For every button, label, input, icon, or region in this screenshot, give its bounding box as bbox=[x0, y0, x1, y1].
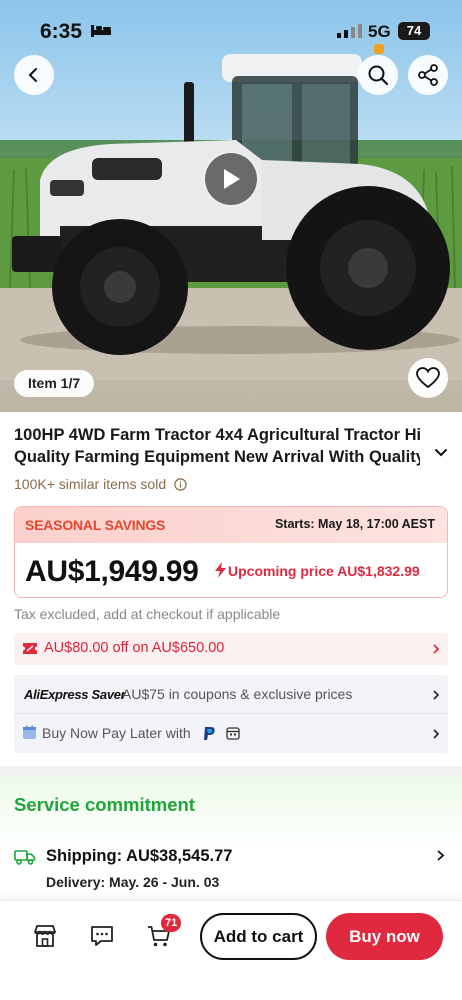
buy-now-button[interactable]: Buy now bbox=[326, 913, 443, 960]
coupon-text: AU$80.00 off on AU$650.00 bbox=[44, 640, 225, 656]
bottom-action-bar: 71 Add to cart Buy now bbox=[0, 900, 462, 1000]
tax-note: Tax excluded, add at checkout if applica… bbox=[14, 606, 281, 622]
chevron-down-icon[interactable] bbox=[434, 448, 448, 458]
sleep-mode-icon bbox=[91, 25, 111, 37]
chevron-right-icon bbox=[433, 644, 440, 654]
paypal-icon bbox=[204, 727, 215, 740]
signal-icon bbox=[337, 24, 362, 38]
store-icon[interactable] bbox=[32, 923, 58, 949]
wishlist-button[interactable] bbox=[408, 358, 448, 398]
status-bar: 6:35 5G 74 bbox=[0, 0, 462, 60]
chevron-left-icon bbox=[28, 68, 37, 82]
shipping-cost[interactable]: Shipping: AU$38,545.77 bbox=[46, 847, 232, 866]
delivery-estimate: Delivery: May. 26 - Jun. 03 bbox=[46, 874, 220, 890]
coupon-icon bbox=[23, 643, 37, 654]
status-time: 6:35 bbox=[40, 20, 83, 43]
chevron-right-icon bbox=[433, 690, 440, 700]
seasonal-savings-card: SEASONAL SAVINGS Starts: May 18, 17:00 A… bbox=[14, 506, 448, 598]
bnpl-text: Buy Now Pay Later with bbox=[42, 725, 191, 741]
network-type: 5G bbox=[368, 22, 391, 41]
tractor-product-image bbox=[0, 44, 462, 380]
product-title-line-1: 100HP 4WD Farm Tractor 4x4 Agricultural … bbox=[14, 426, 420, 444]
buy-now-pay-later-row[interactable]: Buy Now Pay Later with bbox=[14, 714, 448, 753]
share-button[interactable] bbox=[408, 55, 448, 95]
saver-text: AU$75 in coupons & exclusive prices bbox=[122, 686, 353, 702]
chevron-right-icon bbox=[433, 729, 440, 739]
promo-start-time: Starts: May 18, 17:00 AEST bbox=[274, 517, 435, 531]
play-icon bbox=[224, 169, 240, 189]
info-icon[interactable] bbox=[174, 478, 187, 491]
service-commitment-section: Service commitment Shipping: AU$38,545.7… bbox=[0, 776, 462, 906]
promo-header: SEASONAL SAVINGS Starts: May 18, 17:00 A… bbox=[15, 507, 447, 543]
section-divider bbox=[0, 766, 462, 776]
upcoming-price: Upcoming price AU$1,832.99 bbox=[215, 562, 420, 579]
add-to-cart-button[interactable]: Add to cart bbox=[200, 913, 317, 960]
service-title: Service commitment bbox=[14, 794, 195, 815]
sold-count-text: 100K+ similar items sold bbox=[14, 476, 167, 492]
search-icon bbox=[368, 65, 389, 86]
play-video-button[interactable] bbox=[203, 151, 259, 207]
product-title-line-2: Quality Farming Equipment New Arrival Wi… bbox=[14, 448, 420, 466]
chevron-right-icon[interactable] bbox=[436, 849, 445, 862]
coupon-row[interactable]: AU$80.00 off on AU$650.00 bbox=[14, 633, 448, 665]
offers-box: AliExpress Saver AU$75 in coupons & excl… bbox=[14, 675, 448, 753]
calendar-icon bbox=[226, 727, 240, 740]
product-title: 100HP 4WD Farm Tractor 4x4 Agricultural … bbox=[14, 424, 420, 468]
back-button[interactable] bbox=[14, 55, 54, 95]
chat-icon[interactable] bbox=[89, 923, 115, 949]
lightning-icon bbox=[215, 562, 226, 578]
share-icon bbox=[418, 64, 438, 86]
current-price: AU$1,949.99 bbox=[25, 555, 199, 588]
calendar-money-icon bbox=[23, 725, 36, 739]
promo-body: AU$1,949.99 Upcoming price AU$1,832.99 bbox=[15, 543, 447, 597]
aliexpress-saver-logo: AliExpress Saver bbox=[24, 687, 126, 702]
promo-label: SEASONAL SAVINGS bbox=[25, 517, 166, 533]
upcoming-price-text: Upcoming price AU$1,832.99 bbox=[228, 563, 420, 579]
image-counter: Item 1/7 bbox=[14, 370, 95, 397]
cart-count-badge: 71 bbox=[161, 914, 182, 932]
search-button[interactable] bbox=[358, 55, 398, 95]
battery-indicator: 74 bbox=[398, 22, 430, 40]
truck-icon bbox=[14, 850, 36, 865]
sold-count: 100K+ similar items sold bbox=[14, 476, 187, 492]
aliexpress-saver-row[interactable]: AliExpress Saver AU$75 in coupons & excl… bbox=[14, 675, 448, 714]
product-image-gallery[interactable]: 6:35 5G 74 Item 1/7 bbox=[0, 0, 462, 412]
heart-icon bbox=[416, 367, 440, 389]
